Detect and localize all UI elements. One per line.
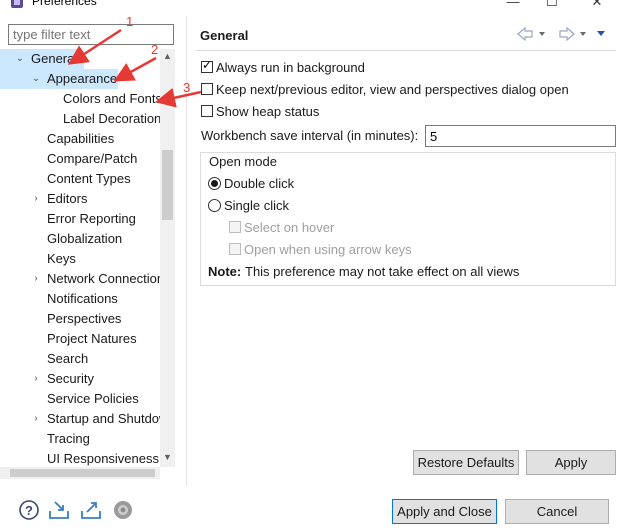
window-title: Preferences [32,0,97,8]
tree-item-error-reporting[interactable]: Error Reporting [47,209,136,229]
preferences-tree: ⌄ General ⌄ Appearance Colors and Fonts … [0,49,160,469]
tree-item-label: General [31,51,78,66]
tree-item-label: Appearance [47,71,118,86]
tree-item-security[interactable]: › Security [0,369,160,389]
chevron-right-icon[interactable]: › [31,189,41,209]
tree-item-content-types[interactable]: Content Types [47,169,131,189]
maximize-button[interactable]: ☐ [542,0,562,12]
oomph-preference-recorder-icon[interactable] [112,499,134,521]
annotation-number-3: 3 [183,80,191,95]
tree-item-label: Editors [47,191,88,206]
close-button[interactable]: ✕ [587,0,607,12]
save-interval-input[interactable] [425,125,616,147]
always-run-background-label: Always run in background [216,60,365,75]
tree-vertical-scroll-thumb[interactable] [162,150,173,220]
chevron-right-icon[interactable]: › [31,369,41,389]
page-title: General [200,28,249,43]
note-label: Note: [208,264,242,279]
tree-item-label-decorations[interactable]: Label Decorations [63,109,160,129]
tree-item-tracing[interactable]: Tracing [47,429,90,449]
scroll-down-icon[interactable]: ▼ [160,450,175,464]
always-run-background-checkbox[interactable] [201,58,213,73]
back-icon[interactable] [517,27,533,41]
chevron-right-icon[interactable]: › [31,409,41,429]
tree-item-general[interactable]: ⌄ General [0,49,84,69]
chevron-down-icon[interactable]: ⌄ [31,69,41,89]
back-menu-chevron-icon[interactable] [539,32,545,36]
double-click-label: Double click [224,176,295,191]
tree-item-service-policies[interactable]: Service Policies [47,389,139,409]
svg-text:?: ? [25,503,33,518]
tree-item-compare-patch[interactable]: Compare/Patch [47,149,137,169]
tree-item-perspectives[interactable]: Perspectives [47,309,121,329]
single-click-radio[interactable] [208,199,221,212]
tree-item-globalization[interactable]: Globalization [47,229,122,249]
minimize-button[interactable]: — [503,0,523,12]
tree-item-colors-and-fonts[interactable]: Colors and Fonts [63,89,160,109]
filter-input[interactable] [8,24,174,45]
open-arrow-keys-checkbox[interactable] [229,243,241,255]
tree-item-project-natures[interactable]: Project Natures [47,329,137,349]
keep-next-previous-label: Keep next/previous editor, view and pers… [216,82,569,97]
tree-item-label: Startup and Shutdown [47,411,160,426]
forward-menu-chevron-icon[interactable] [580,32,586,36]
tree-item-network-connections[interactable]: › Network Connections [0,269,160,289]
open-mode-title: Open mode [208,154,278,169]
view-menu-icon[interactable] [597,31,605,36]
import-icon[interactable] [48,499,70,521]
single-click-label: Single click [224,198,290,213]
tree-item-capabilities[interactable]: Capabilities [47,129,114,149]
show-heap-status-label: Show heap status [216,104,320,119]
apply-button[interactable]: Apply [526,450,616,475]
app-icon [11,0,23,8]
open-arrow-keys-label: Open when using arrow keys [244,242,412,257]
forward-icon[interactable] [559,27,575,41]
note-text: This preference may not take effect on a… [245,264,520,279]
chevron-right-icon[interactable]: › [31,269,41,289]
tree-item-editors[interactable]: › Editors [0,189,160,209]
show-heap-status-checkbox[interactable] [201,105,213,117]
export-icon[interactable] [80,499,102,521]
scroll-up-icon[interactable]: ▲ [160,49,175,63]
restore-defaults-button[interactable]: Restore Defaults [413,450,519,475]
chevron-down-icon[interactable]: ⌄ [15,49,25,69]
apply-and-close-button[interactable]: Apply and Close [392,499,497,524]
tree-horizontal-scroll-thumb[interactable] [10,469,155,477]
select-on-hover-checkbox[interactable] [229,221,241,233]
page-nav-toolbar [517,27,605,41]
keep-next-previous-checkbox[interactable] [201,83,213,95]
tree-item-label: Network Connections [47,271,160,286]
annotation-number-1: 1 [126,14,134,29]
cancel-button[interactable]: Cancel [505,499,609,524]
tree-item-search[interactable]: Search [47,349,88,369]
tree-item-label: Security [47,371,94,386]
header-separator [196,50,616,51]
tree-vertical-scrollbar[interactable] [160,49,175,467]
tree-item-ui-responsiveness[interactable]: UI Responsiveness [47,449,159,469]
save-interval-label: Workbench save interval (in minutes): [201,128,419,143]
help-icon[interactable]: ? [18,499,40,521]
tree-item-startup-and-shutdown[interactable]: › Startup and Shutdown [0,409,160,429]
double-click-radio[interactable] [208,177,221,190]
tree-item-keys[interactable]: Keys [47,249,76,269]
select-on-hover-label: Select on hover [244,220,335,235]
annotation-number-2: 2 [151,42,159,57]
tree-item-notifications[interactable]: Notifications [47,289,118,309]
tree-item-appearance[interactable]: ⌄ Appearance [0,69,118,89]
